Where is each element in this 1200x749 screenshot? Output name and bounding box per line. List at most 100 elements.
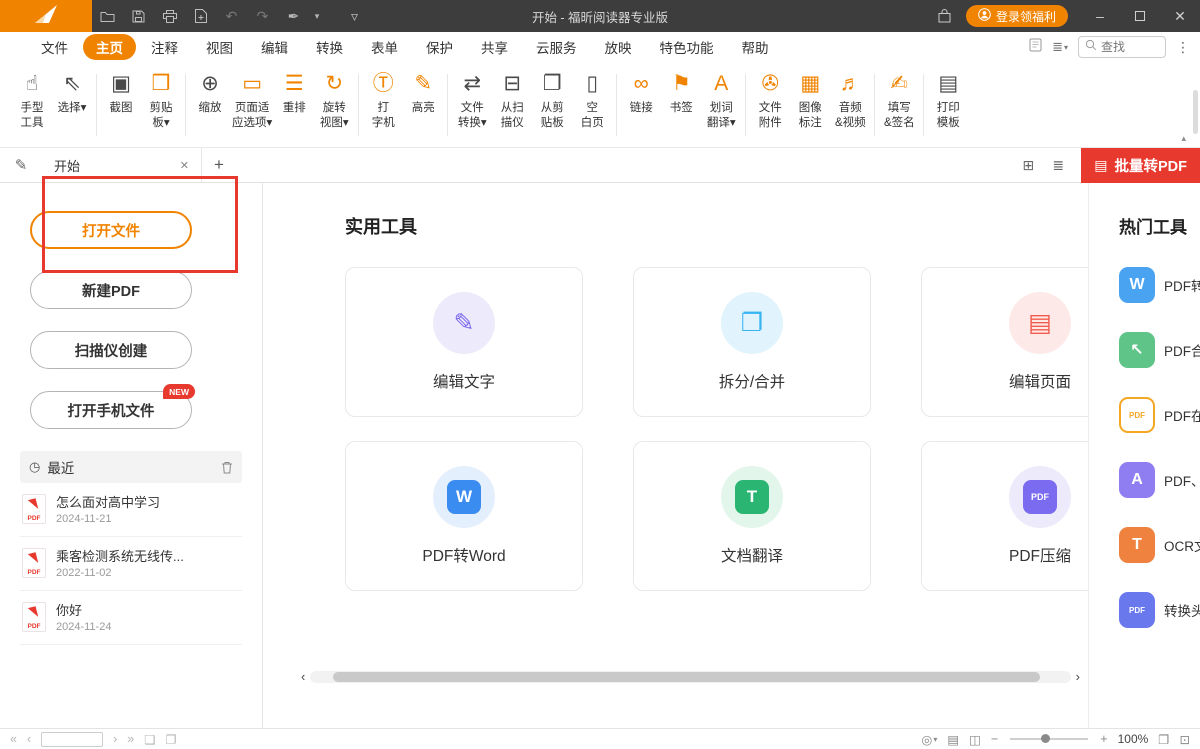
print-icon[interactable] xyxy=(154,0,185,32)
ribbon-tool-bookmark[interactable]: ⚑书签 xyxy=(661,72,701,116)
ribbon-tool-fit-page[interactable]: ▭页面适 应选项▾ xyxy=(230,72,274,131)
fullscreen-icon[interactable]: ⊡ xyxy=(1180,732,1190,747)
menu-features[interactable]: 特色功能 xyxy=(647,34,727,60)
ribbon-tool-rotate-view[interactable]: ↻旋转 视图▾ xyxy=(314,72,354,131)
create-pdf-button[interactable]: 新建PDF xyxy=(30,271,192,309)
add-tab-button[interactable]: + xyxy=(202,155,236,175)
popular-tool-item[interactable]: T OCR文 xyxy=(1119,527,1200,563)
ribbon-tool-blank-page[interactable]: ▯空 白页 xyxy=(572,72,612,131)
popular-tool-item[interactable]: W PDF转 xyxy=(1119,267,1200,303)
ribbon-tool-from-scanner[interactable]: ⊟从扫 描仪 xyxy=(492,72,532,131)
ribbon-tool-highlight[interactable]: ✎高亮 xyxy=(403,72,443,116)
scrollbar-thumb[interactable] xyxy=(333,672,1040,682)
recent-file-item[interactable]: PDF 怎么面对高中学习 2024-11-21 xyxy=(20,483,242,537)
prev-view-icon[interactable]: ❑ xyxy=(144,732,155,747)
next-view-icon[interactable]: ❐ xyxy=(165,732,176,747)
menu-view[interactable]: 视图 xyxy=(193,34,246,60)
page-number-input[interactable] xyxy=(41,732,103,747)
clear-recent-trash-icon[interactable] xyxy=(221,461,233,474)
open-folder-icon[interactable] xyxy=(92,0,123,32)
menu-form[interactable]: 表单 xyxy=(358,34,411,60)
ribbon-collapse-icon[interactable]: ▴ xyxy=(1181,133,1186,144)
card-pdf-compress[interactable]: PDF PDF压缩 xyxy=(921,441,1088,591)
open-file-button[interactable]: 打开文件 xyxy=(30,211,192,249)
zoom-in-icon[interactable]: + xyxy=(1100,732,1107,746)
ribbon-tool-print-template[interactable]: ▤打印 模板 xyxy=(928,72,968,131)
select-zoom-icon[interactable]: ◎▾ xyxy=(921,732,937,747)
zoom-slider-thumb[interactable] xyxy=(1041,734,1050,743)
shop-bag-icon[interactable] xyxy=(929,0,960,32)
open-mobile-file-button[interactable]: 打开手机文件 NEW xyxy=(30,391,192,429)
menu-help[interactable]: 帮助 xyxy=(729,34,782,60)
login-button[interactable]: 登录领福利 xyxy=(966,5,1068,27)
scanner-create-button[interactable]: 扫描仪创建 xyxy=(30,331,192,369)
ribbon-tool-from-clipboard[interactable]: ❐从剪 贴板 xyxy=(532,72,572,131)
more-menu-icon[interactable]: ⋮ xyxy=(1176,39,1190,56)
scroll-left-icon[interactable]: ‹ xyxy=(301,670,305,684)
first-page-icon[interactable]: « xyxy=(10,732,17,746)
tab-start[interactable]: 开始 ✕ xyxy=(42,148,202,182)
single-page-view-icon[interactable]: ▤ xyxy=(947,732,959,747)
next-page-icon[interactable]: › xyxy=(113,732,117,746)
ribbon-tool-hand[interactable]: ☝手型 工具 xyxy=(12,72,52,131)
grid-view-icon[interactable]: ⊞ xyxy=(1013,157,1043,174)
ribbon-tool-fill-sign[interactable]: ✍填写 &签名 xyxy=(879,72,919,131)
popular-tool-item[interactable]: ↖ PDF合 xyxy=(1119,332,1200,368)
maximize-button[interactable] xyxy=(1120,0,1160,32)
ribbon-tool-reflow[interactable]: ☰重排 xyxy=(274,72,314,116)
fit-width-icon[interactable]: ❐ xyxy=(1158,732,1169,747)
menu-cloud[interactable]: 云服务 xyxy=(523,34,590,60)
popular-tool-item[interactable]: PDF 转换头 xyxy=(1119,592,1200,628)
edit-pencil-icon[interactable]: ✎ xyxy=(0,156,42,174)
ribbon-tool-audio-video[interactable]: ♬音频 &视频 xyxy=(830,72,870,131)
undo-icon[interactable]: ↶ xyxy=(216,0,247,32)
card-edit-pages[interactable]: ▤ 编辑页面 xyxy=(921,267,1088,417)
menu-file[interactable]: 文件 xyxy=(28,34,81,60)
popular-tool-item[interactable]: A PDF、 xyxy=(1119,462,1200,498)
list-view-icon[interactable]: ≣ xyxy=(1043,157,1073,174)
ribbon-tool-attachment[interactable]: ✇文件 附件 xyxy=(750,72,790,131)
foxit-logo[interactable] xyxy=(0,0,92,32)
search-list-icon[interactable]: ≣▾ xyxy=(1052,39,1068,55)
ribbon-tool-typewriter[interactable]: Ⓣ打 字机 xyxy=(363,72,403,131)
minimize-button[interactable]: – xyxy=(1080,0,1120,32)
ribbon-tool-select[interactable]: ⇖选择▾ xyxy=(52,72,92,116)
ribbon-scrollbar[interactable] xyxy=(1193,90,1198,134)
last-page-icon[interactable]: » xyxy=(127,732,134,746)
read-mode-icon[interactable] xyxy=(1029,38,1042,57)
menu-home[interactable]: 主页 xyxy=(83,34,136,60)
redo-icon[interactable]: ↷ xyxy=(247,0,278,32)
ribbon-tool-zoom[interactable]: ⊕缩放 xyxy=(190,72,230,116)
new-document-icon[interactable] xyxy=(185,0,216,32)
search-input[interactable] xyxy=(1101,40,1159,54)
ribbon-tool-clipboard[interactable]: ❒剪贴 板▾ xyxy=(141,72,181,131)
menu-present[interactable]: 放映 xyxy=(592,34,645,60)
card-edit-text[interactable]: ✎ 编辑文字 xyxy=(345,267,583,417)
card-pdf-to-word[interactable]: W PDF转Word xyxy=(345,441,583,591)
facing-page-view-icon[interactable]: ◫ xyxy=(969,732,981,747)
popular-tool-item[interactable]: PDF PDF在 xyxy=(1119,397,1200,433)
zoom-out-icon[interactable]: − xyxy=(991,732,998,746)
menu-comment[interactable]: 注释 xyxy=(138,34,191,60)
menu-protect[interactable]: 保护 xyxy=(413,34,466,60)
zoom-slider[interactable] xyxy=(1010,738,1088,740)
menu-share[interactable]: 共享 xyxy=(468,34,521,60)
ribbon-tool-translate[interactable]: A划词 翻译▾ xyxy=(701,72,741,131)
scroll-right-icon[interactable]: › xyxy=(1076,670,1080,684)
ink-pen-caret-icon[interactable]: ▾ xyxy=(309,0,325,32)
batch-convert-pdf-button[interactable]: ▤ 批量转PDF xyxy=(1081,148,1200,183)
ribbon-tool-snapshot[interactable]: ▣截图 xyxy=(101,72,141,116)
menu-edit[interactable]: 编辑 xyxy=(248,34,301,60)
scrollbar-track[interactable] xyxy=(310,671,1070,683)
tab-close-icon[interactable]: ✕ xyxy=(180,159,189,172)
ribbon-tool-link[interactable]: ∞链接 xyxy=(621,72,661,116)
ink-pen-icon[interactable]: ✒ xyxy=(278,0,309,32)
card-doc-translate[interactable]: T 文档翻译 xyxy=(633,441,871,591)
horizontal-scrollbar[interactable]: ‹ › xyxy=(301,670,1080,684)
recent-file-item[interactable]: PDF 乘客检测系统无线传... 2022-11-02 xyxy=(20,537,242,591)
zoom-level[interactable]: 100% xyxy=(1118,732,1149,746)
menu-convert[interactable]: 转换 xyxy=(303,34,356,60)
recent-file-item[interactable]: PDF 你好 2024-11-24 xyxy=(20,591,242,645)
close-button[interactable]: ✕ xyxy=(1160,0,1200,32)
ribbon-tool-image-annotation[interactable]: ▦图像 标注 xyxy=(790,72,830,131)
